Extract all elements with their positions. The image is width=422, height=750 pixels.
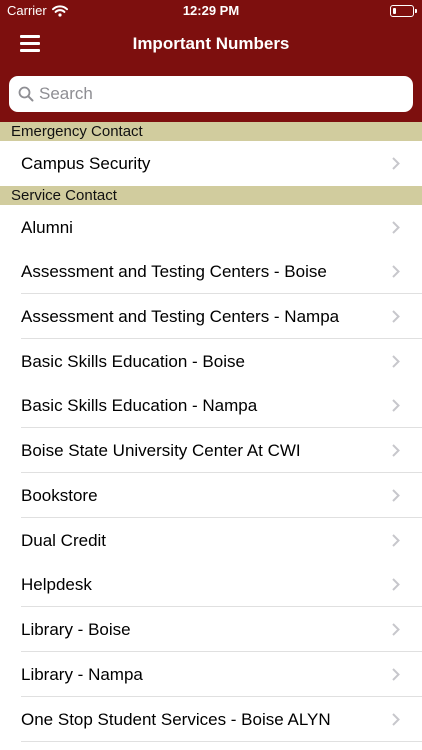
list-item[interactable]: Library - Nampa: [0, 652, 422, 697]
search-box[interactable]: [9, 76, 413, 112]
list-item-label: Assessment and Testing Centers - Boise: [21, 262, 327, 281]
chevron-right-icon: [392, 399, 400, 417]
list-item[interactable]: Helpdesk: [0, 562, 422, 607]
chevron-right-icon: [392, 713, 400, 731]
clock: 12:29 PM: [182, 3, 240, 18]
chevron-right-icon: [392, 157, 400, 175]
chevron-right-icon: [392, 668, 400, 686]
list-item-label: Library - Nampa: [21, 665, 143, 684]
chevron-right-icon: [392, 355, 400, 373]
list-item[interactable]: Basic Skills Education - Boise: [0, 339, 422, 384]
list-item-label: Basic Skills Education - Nampa: [21, 396, 258, 415]
chevron-right-icon: [392, 310, 400, 328]
chevron-right-icon: [392, 444, 400, 462]
navigation-bar: Important Numbers: [0, 22, 422, 66]
status-bar: Carrier 12:29 PM: [0, 0, 422, 22]
list-item[interactable]: Assessment and Testing Centers - Boise: [0, 249, 422, 294]
chevron-right-icon: [392, 578, 400, 596]
list-item-label: One Stop Student Services - Boise ALYN: [21, 710, 331, 729]
list-item-label: Alumni: [21, 218, 73, 237]
search-icon: [18, 86, 34, 107]
list-item[interactable]: Library - Boise: [0, 607, 422, 652]
list-item-label: Helpdesk: [21, 575, 92, 594]
search-bar: [0, 66, 422, 122]
battery-icon: [390, 5, 417, 17]
list-item[interactable]: Assessment and Testing Centers - Nampa: [0, 294, 422, 339]
search-input[interactable]: [39, 76, 399, 112]
list-item[interactable]: Boise State University Center At CWI: [0, 428, 422, 473]
list-item-label: Library - Boise: [21, 620, 131, 639]
list-item-label: Dual Credit: [21, 531, 107, 550]
chevron-right-icon: [392, 265, 400, 283]
list-item[interactable]: One Stop Student Services - Boise ALYN: [0, 697, 422, 742]
section-header-service: Service Contact: [0, 186, 422, 205]
row-separator: [21, 741, 422, 742]
page-title: Important Numbers: [132, 34, 290, 53]
chevron-right-icon: [392, 534, 400, 552]
list-item-campus-security[interactable]: Campus Security: [0, 141, 422, 186]
list-item[interactable]: Alumni: [0, 205, 422, 250]
list-item-label: Basic Skills Education - Boise: [21, 352, 245, 371]
list-item-label: Campus Security: [21, 154, 151, 173]
list-item-label: Bookstore: [21, 486, 98, 505]
chevron-right-icon: [392, 489, 400, 507]
list-item[interactable]: Bookstore: [0, 473, 422, 518]
list-item-label: Boise State University Center At CWI: [21, 441, 301, 460]
list-item[interactable]: Basic Skills Education - Nampa: [0, 383, 422, 428]
list-item[interactable]: Dual Credit: [0, 518, 422, 563]
section-header-emergency: Emergency Contact: [0, 122, 422, 141]
chevron-right-icon: [392, 221, 400, 239]
list-item-label: Assessment and Testing Centers - Nampa: [21, 307, 340, 326]
chevron-right-icon: [392, 623, 400, 641]
